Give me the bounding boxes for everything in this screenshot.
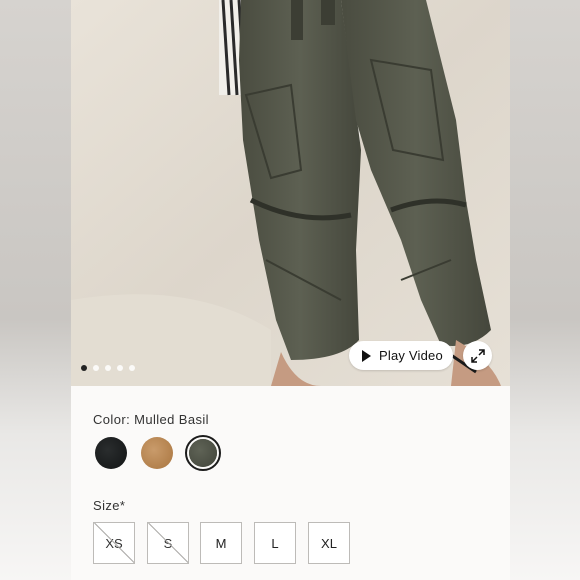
gallery-dot[interactable] [105,365,111,371]
size-option-xs[interactable]: XS [93,522,135,564]
product-photo [71,0,510,386]
size-option-s[interactable]: S [147,522,189,564]
product-options-panel: Color: Mulled Basil Size* XS S M L XL [71,386,510,580]
size-option-label: L [271,535,279,551]
size-option-label: M [215,535,227,551]
right-backdrop [510,0,580,580]
gallery-pagination [81,365,135,371]
gallery-dot[interactable] [81,365,87,371]
swatch-black[interactable] [95,437,127,469]
swatch-mulled-basil[interactable] [185,435,221,471]
product-image[interactable]: Play Video [71,0,510,386]
size-option-xl[interactable]: XL [308,522,350,564]
play-video-button[interactable]: Play Video [349,341,453,370]
gallery-dot[interactable] [117,365,123,371]
play-icon [362,349,371,362]
size-option-label: XL [321,535,337,551]
size-option-l[interactable]: L [254,522,296,564]
left-backdrop [0,0,71,580]
gallery-dot[interactable] [129,365,135,371]
color-label: Color: Mulled Basil [93,412,209,427]
play-video-label: Play Video [379,348,443,363]
swatch-tan[interactable] [141,437,173,469]
size-label: Size* [93,498,126,513]
expand-image-button[interactable] [463,341,492,370]
gallery-dot[interactable] [93,365,99,371]
size-option-label: S [163,535,173,551]
size-option-m[interactable]: M [200,522,242,564]
size-option-label: XS [105,535,123,551]
expand-icon [470,348,485,363]
